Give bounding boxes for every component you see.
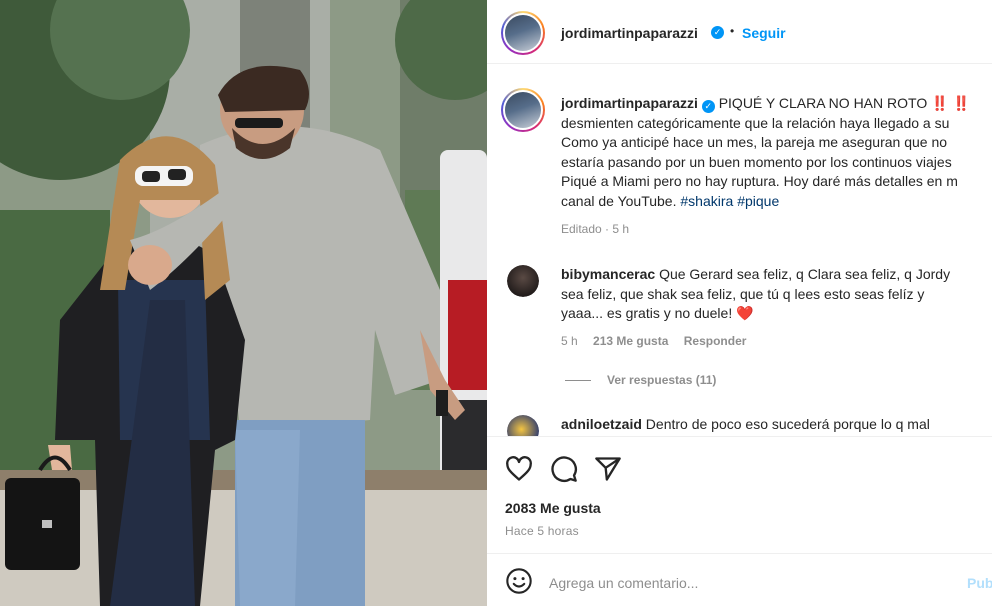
commenter-avatar-image xyxy=(507,415,539,436)
caption-text: jordimartinpaparazzi ✓ PIQUÉ Y CLARA NO … xyxy=(561,94,992,211)
publish-button[interactable]: Publicar xyxy=(967,575,992,591)
reply-button[interactable]: Responder xyxy=(684,334,747,348)
comment-input[interactable]: Agrega un comentario... xyxy=(549,575,698,591)
caption-line: jordimartinpaparazzi ✓ PIQUÉ Y CLARA NO … xyxy=(561,94,992,114)
verified-badge-icon: ✓ xyxy=(701,100,715,113)
view-replies-label: Ver respuestas (11) xyxy=(607,373,717,387)
caption-line-text: canal de YouTube. xyxy=(561,192,677,209)
caption-avatar[interactable] xyxy=(501,88,545,132)
comment-line: bibymancerac Que Gerard sea feliz, q Cla… xyxy=(561,265,986,285)
commenter-avatar[interactable] xyxy=(507,265,539,297)
comment-likes[interactable]: 213 Me gusta xyxy=(593,334,668,348)
post-sidebar: jordimartinpaparazzi ✓ • Seguir jordimar… xyxy=(487,0,992,606)
post-timestamp: Hace 5 horas xyxy=(505,524,579,538)
comment-icon[interactable] xyxy=(550,455,578,483)
author-username[interactable]: jordimartinpaparazzi xyxy=(561,25,698,41)
separator-dot: • xyxy=(730,24,735,38)
add-comment-bar: Agrega un comentario... Publicar xyxy=(487,553,992,606)
hashtag-link[interactable]: #shakira xyxy=(680,193,733,209)
caption-username[interactable]: jordimartinpaparazzi xyxy=(561,95,698,111)
caption-line: canal de YouTube. #shakira #pique xyxy=(561,192,992,212)
comments-list[interactable]: jordimartinpaparazzi ✓ PIQUÉ Y CLARA NO … xyxy=(487,64,992,436)
post-photo[interactable] xyxy=(0,0,487,606)
caption-line: desmienten categóricamente que la relaci… xyxy=(561,114,950,131)
share-icon[interactable] xyxy=(594,455,622,483)
comment-line-text: Que Gerard sea feliz, q Clara sea feliz,… xyxy=(659,266,951,282)
caption-title: PIQUÉ Y CLARA NO HAN ROTO xyxy=(718,95,928,111)
caption-line: Como ya anticipé hace un mes, la pareja … xyxy=(561,134,948,150)
commenter-avatar-image xyxy=(507,265,539,297)
comment-time[interactable]: 5 h xyxy=(561,334,578,348)
double-exclamation-emoji: ‼️ xyxy=(931,95,949,111)
red-heart-emoji: ❤️ xyxy=(736,305,754,321)
replies-divider xyxy=(565,380,591,382)
comment-text: adniloetzaid Dentro de poco eso sucederá… xyxy=(561,415,986,435)
heart-icon[interactable] xyxy=(505,455,533,483)
comment-username[interactable]: bibymancerac xyxy=(561,266,655,282)
follow-button[interactable]: Seguir xyxy=(742,25,786,41)
view-replies-button[interactable]: Ver respuestas (11) xyxy=(565,373,716,387)
hashtag-link[interactable]: #pique xyxy=(737,193,779,209)
comment-text: bibymancerac Que Gerard sea feliz, q Cla… xyxy=(561,265,986,324)
post-photo-illustration xyxy=(0,0,487,606)
commenter-avatar[interactable] xyxy=(507,415,539,436)
comment-meta: 5 h 213 Me gusta Responder xyxy=(561,334,746,348)
emoji-icon[interactable] xyxy=(505,567,533,595)
comment-line: sea feliz, que shak sea feliz, que tú q … xyxy=(561,285,925,302)
double-exclamation-emoji: ‼️ xyxy=(952,95,970,111)
author-avatar-image xyxy=(503,13,543,53)
caption-line: estaría pasando por un buen momento por … xyxy=(561,153,952,170)
caption-line: Piqué a Miami pero no hay ruptura. Hoy d… xyxy=(561,173,958,189)
caption-meta: Editado · 5 h xyxy=(561,222,630,236)
verified-badge-icon: ✓ xyxy=(711,26,724,39)
comment-line: yaaa... es gratis y no duele! ❤️ xyxy=(561,304,986,324)
comment-line-text: Dentro de poco eso sucederá porque lo q … xyxy=(645,416,930,432)
likes-count[interactable]: 2083 Me gusta xyxy=(505,500,601,516)
caption-avatar-image xyxy=(503,90,543,130)
comment-line-text: yaaa... es gratis y no duele! xyxy=(561,305,733,321)
author-avatar[interactable] xyxy=(501,11,545,55)
post-header: jordimartinpaparazzi ✓ • Seguir xyxy=(487,0,992,64)
comment-username[interactable]: adniloetzaid xyxy=(561,416,642,432)
post-actions: 2083 Me gusta Hace 5 horas xyxy=(487,436,992,546)
